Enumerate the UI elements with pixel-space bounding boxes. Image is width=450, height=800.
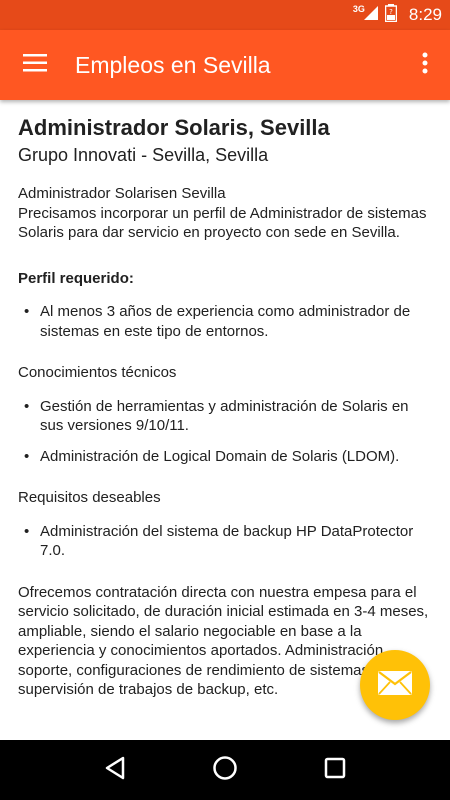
home-circle-icon: [212, 755, 238, 786]
network-type-label: 3G: [352, 4, 365, 14]
more-vert-icon: [422, 52, 428, 79]
menu-button[interactable]: [0, 30, 70, 100]
status-bar: 3G ? 8:29: [0, 0, 450, 30]
list-item: Administración de Logical Domain de Sola…: [18, 447, 432, 467]
job-company: Grupo Innovati - Sevilla, Sevilla: [18, 145, 269, 165]
list-item: Al menos 3 años de experiencia como admi…: [18, 302, 432, 341]
signal-icon: [363, 5, 379, 26]
overflow-menu-button[interactable]: [400, 30, 450, 100]
clock: 8:29: [408, 5, 442, 24]
recents-square-icon: [324, 757, 346, 784]
back-triangle-icon: [104, 756, 126, 785]
list-item: Administración del sistema de backup HP …: [18, 522, 432, 561]
navigation-bar: [0, 740, 450, 800]
app-bar: Empleos en Sevilla: [0, 30, 450, 100]
knowledge-heading: Conocimientos técnicos: [18, 364, 177, 381]
back-button[interactable]: [90, 745, 140, 795]
svg-text:?: ?: [389, 8, 393, 16]
home-button[interactable]: [200, 745, 250, 795]
mail-icon: [378, 670, 412, 700]
list-item: Gestión de herramientas y administración…: [18, 397, 432, 436]
knowledge-list: Gestión de herramientas y administración…: [18, 397, 432, 467]
desired-heading: Requisitos deseables: [18, 489, 161, 506]
intro-line: Administrador Solarisen Sevilla: [18, 185, 226, 202]
job-detail-content[interactable]: Administrador Solaris, Sevilla Grupo Inn…: [0, 100, 450, 740]
recents-button[interactable]: [310, 745, 360, 795]
profile-heading: Perfil requerido:: [18, 269, 134, 287]
profile-list: Al menos 3 años de experiencia como admi…: [18, 302, 432, 341]
apply-email-button[interactable]: [360, 650, 430, 720]
hamburger-menu-icon: [23, 53, 47, 77]
intro-paragraph: Precisamos incorporar un perfil de Admin…: [18, 204, 427, 242]
desired-list: Administración del sistema de backup HP …: [18, 522, 432, 561]
battery-icon: ?: [384, 3, 398, 27]
app-title: Empleos en Sevilla: [75, 51, 271, 78]
job-title: Administrador Solaris, Sevilla: [18, 115, 330, 140]
